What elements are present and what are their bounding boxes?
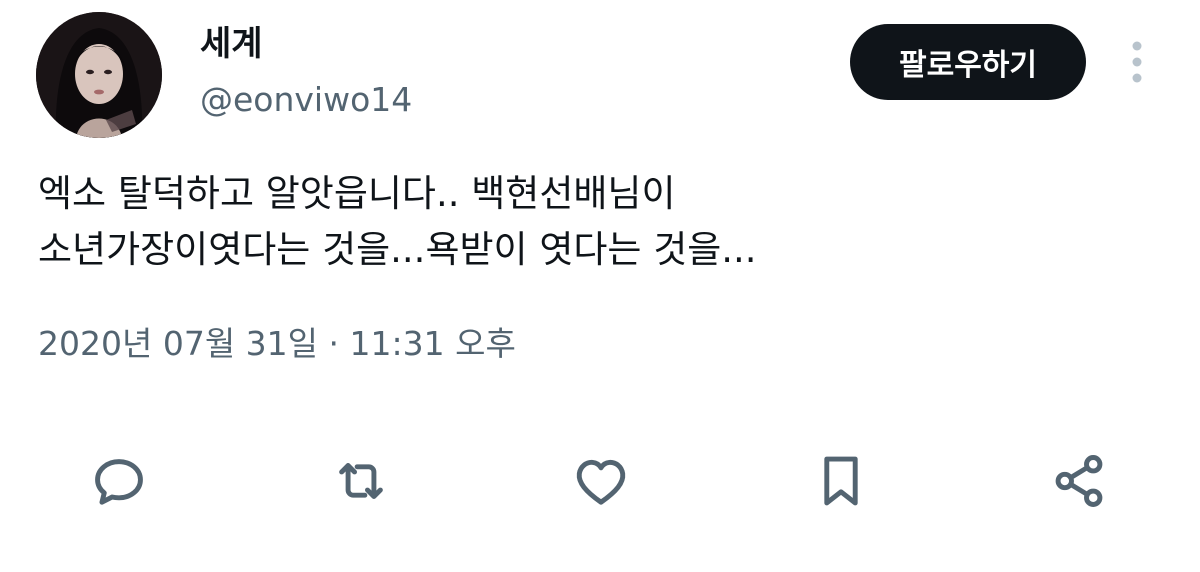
like-icon — [576, 459, 626, 505]
tweet-text-line: 소년가장이엿다는 것을...욕받이 엿다는 것을... — [38, 228, 757, 271]
user-handle[interactable]: @eonviwo14 — [200, 78, 412, 122]
retweet-button[interactable] — [326, 446, 396, 516]
share-button[interactable] — [1044, 446, 1114, 516]
action-bar — [0, 446, 1200, 516]
retweet-icon — [339, 463, 383, 499]
tweet-timestamp[interactable]: 2020년 07월 31일 · 11:31 오후 — [38, 322, 516, 366]
bookmark-button[interactable] — [806, 446, 876, 516]
avatar-photo — [36, 12, 162, 138]
more-options-icon[interactable] — [1120, 40, 1154, 84]
reply-icon — [95, 459, 143, 505]
tweet: 세계 @eonviwo14 팔로우하기 엑소 탈덕하고 알앗읍니다.. 백현선배… — [0, 0, 1200, 572]
bookmark-icon — [824, 456, 858, 506]
avatar[interactable] — [36, 12, 162, 138]
tweet-text: 엑소 탈덕하고 알앗읍니다.. 백현선배님이 소년가장이엿다는 것을...욕받이… — [38, 166, 1158, 278]
reply-button[interactable] — [84, 446, 154, 516]
display-name[interactable]: 세계 — [200, 22, 263, 66]
tweet-text-line: 엑소 탈덕하고 알앗읍니다.. 백현선배님이 — [38, 172, 676, 215]
share-icon — [1055, 455, 1103, 507]
follow-button[interactable]: 팔로우하기 — [850, 24, 1086, 100]
like-button[interactable] — [566, 446, 636, 516]
